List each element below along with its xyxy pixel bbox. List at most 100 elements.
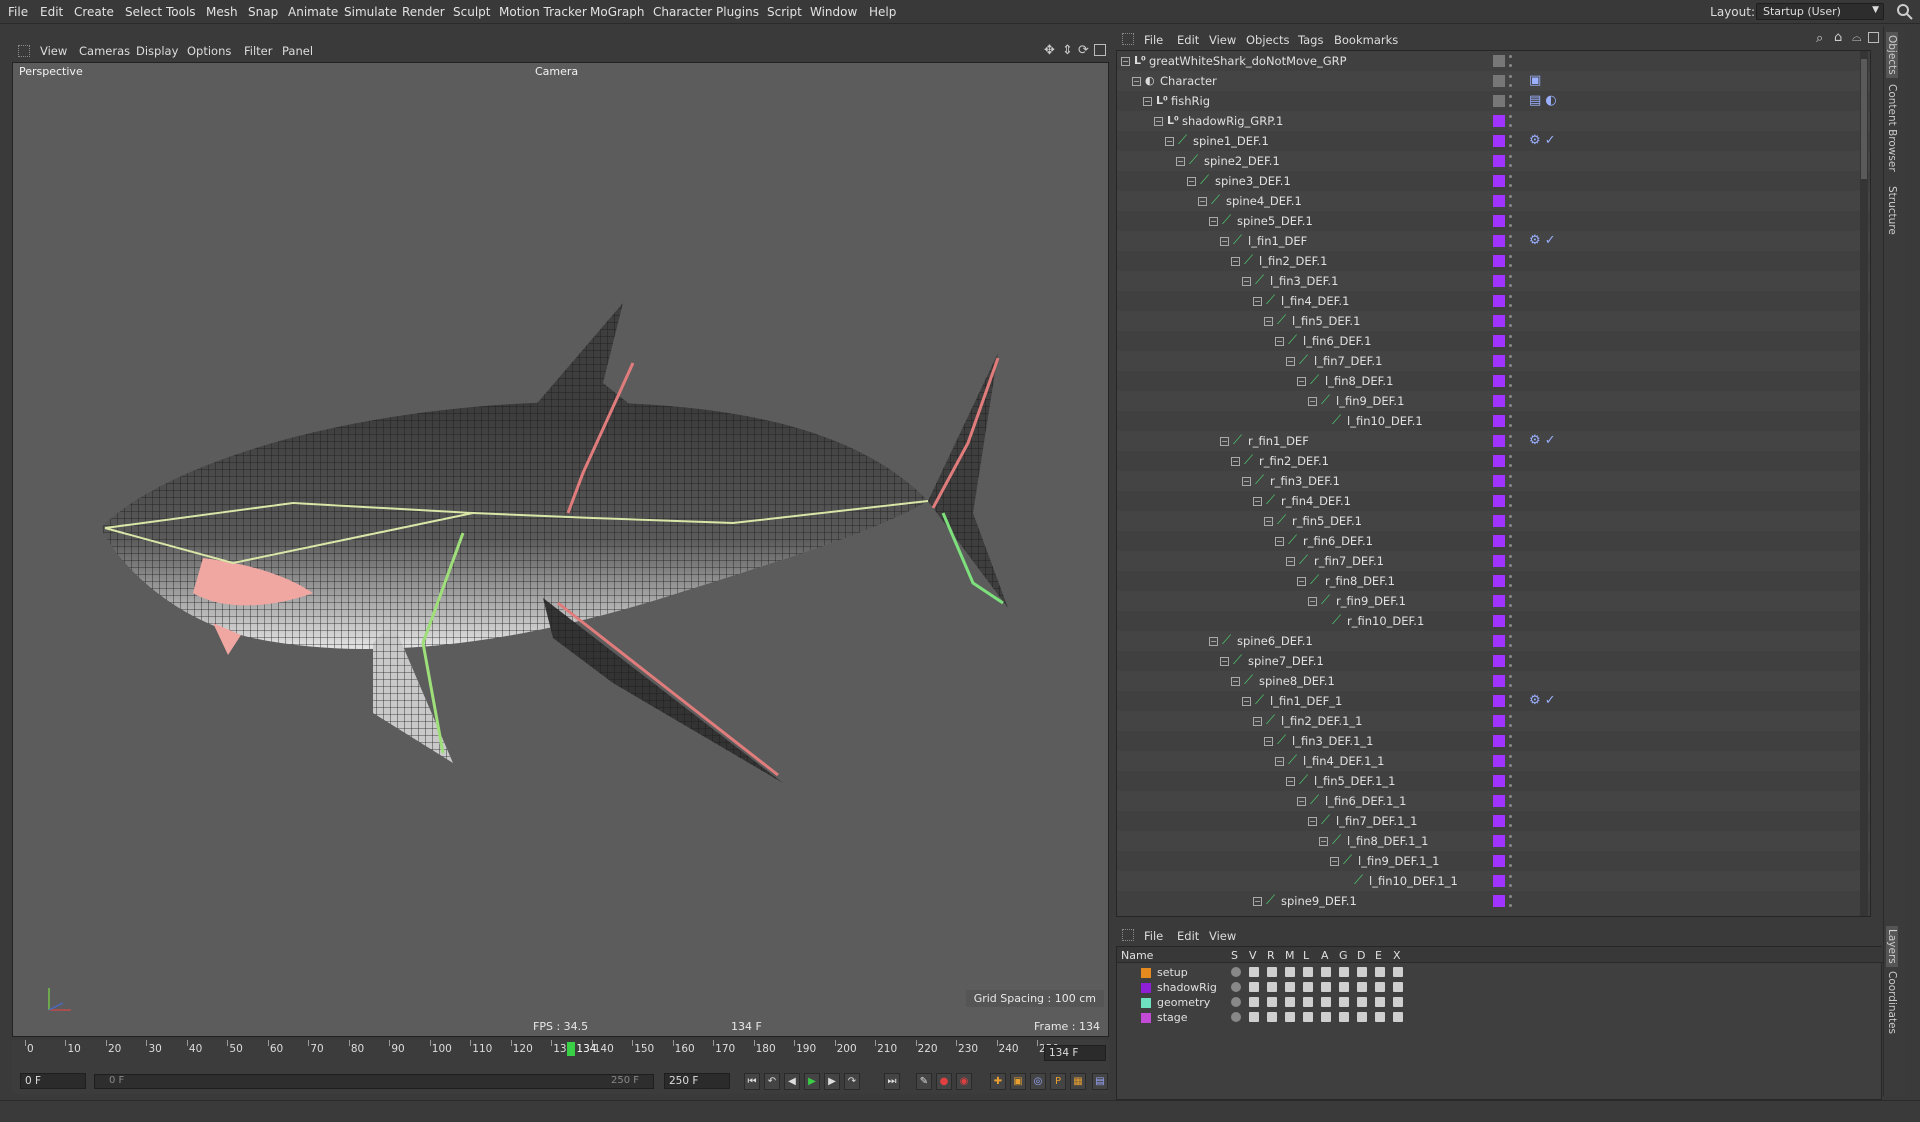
om-row[interactable]: − ⟋ spine6_DEF.1 (1117, 631, 1870, 651)
visibility-dots[interactable] (1509, 175, 1512, 187)
layer-color-chip[interactable] (1493, 475, 1505, 487)
visibility-dots[interactable] (1509, 195, 1512, 207)
next-key-icon[interactable]: ↷ (844, 1073, 860, 1090)
layer-col-s[interactable]: S (1231, 949, 1238, 962)
visibility-dots[interactable] (1509, 695, 1512, 707)
menu-tools[interactable]: Tools (166, 5, 196, 19)
om-row[interactable]: − ⟋ r_fin1_DEF ⚙ ✓ (1117, 431, 1870, 451)
expand-toggle-icon[interactable]: − (1297, 377, 1306, 386)
end-frame-field[interactable]: 250 F (664, 1073, 730, 1089)
layer-row[interactable]: shadowRig (1117, 980, 1883, 995)
visibility-dots[interactable] (1509, 535, 1512, 547)
layer-color-chip[interactable] (1493, 315, 1505, 327)
expand-toggle-icon[interactable]: − (1231, 677, 1240, 686)
expand-toggle-icon[interactable]: − (1275, 337, 1284, 346)
layer-toggle-icon[interactable] (1267, 982, 1277, 992)
visibility-dots[interactable] (1509, 455, 1512, 467)
visibility-dots[interactable] (1509, 615, 1512, 627)
goto-start-icon[interactable]: ⏮ (744, 1073, 760, 1090)
expand-toggle-icon[interactable]: − (1121, 57, 1130, 66)
layer-color-chip[interactable] (1493, 815, 1505, 827)
collapse-icon[interactable]: ⌓ (1852, 30, 1862, 45)
layer-toggle-icon[interactable] (1285, 1012, 1295, 1022)
expand-toggle-icon[interactable]: − (1187, 177, 1196, 186)
layer-col-m[interactable]: M (1285, 949, 1295, 962)
layer-toggle-icon[interactable] (1231, 967, 1241, 977)
expand-toggle-icon[interactable]: − (1198, 197, 1207, 206)
expand-toggle-icon[interactable]: − (1242, 477, 1251, 486)
move-view-icon[interactable]: ✥ (1044, 43, 1055, 58)
visibility-dots[interactable] (1509, 635, 1512, 647)
expand-toggle-icon[interactable]: − (1176, 157, 1185, 166)
visibility-dots[interactable] (1509, 335, 1512, 347)
layer-col-l[interactable]: L (1303, 949, 1309, 962)
om-row[interactable]: ⟋ l_fin10_DEF.1_1 (1117, 871, 1870, 891)
viewport-menu-filter[interactable]: Filter (244, 44, 272, 58)
visibility-dots[interactable] (1509, 575, 1512, 587)
visibility-dots[interactable] (1509, 155, 1512, 167)
layer-color-chip[interactable] (1493, 855, 1505, 867)
layer-toggle-icon[interactable] (1321, 967, 1331, 977)
layer-toggle-icon[interactable] (1393, 997, 1403, 1007)
om-menu-bookmarks[interactable]: Bookmarks (1334, 33, 1398, 47)
expand-toggle-icon[interactable]: − (1330, 857, 1339, 866)
menu-select[interactable]: Select (125, 5, 162, 19)
expand-toggle-icon[interactable]: − (1143, 97, 1152, 106)
expand-toggle-icon[interactable]: − (1297, 797, 1306, 806)
expand-toggle-icon[interactable]: − (1275, 537, 1284, 546)
om-row[interactable]: − ⟋ l_fin5_DEF.1 (1117, 311, 1870, 331)
layer-toggle-icon[interactable] (1393, 967, 1403, 977)
rotation-key-icon[interactable]: ◎ (1030, 1073, 1046, 1090)
layer-col-g[interactable]: G (1339, 949, 1348, 962)
layer-color-chip[interactable] (1493, 95, 1505, 107)
expand-toggle-icon[interactable]: − (1209, 217, 1218, 226)
zoom-view-icon[interactable]: ⇕ (1062, 43, 1073, 58)
om-row[interactable]: − ⟋ l_fin1_DEF ⚙ ✓ (1117, 231, 1870, 251)
expand-toggle-icon[interactable]: − (1154, 117, 1163, 126)
om-row[interactable]: − ⟋ spine4_DEF.1 (1117, 191, 1870, 211)
expand-toggle-icon[interactable]: − (1275, 757, 1284, 766)
layer-col-x[interactable]: X (1393, 949, 1401, 962)
tab-structure[interactable]: Structure (1886, 186, 1898, 235)
position-key-icon[interactable]: ✚ (990, 1073, 1006, 1090)
layer-toggle-icon[interactable] (1339, 1012, 1349, 1022)
menu-simulate[interactable]: Simulate (344, 5, 397, 19)
layer-color-chip[interactable] (1493, 55, 1505, 67)
om-row[interactable]: − ⟋ l_fin9_DEF.1 (1117, 391, 1870, 411)
layer-toggle-icon[interactable] (1321, 1012, 1331, 1022)
layer-color-chip[interactable] (1493, 555, 1505, 567)
visibility-dots[interactable] (1509, 395, 1512, 407)
menu-mograph[interactable]: MoGraph (590, 5, 645, 19)
om-row[interactable]: − ⟋ l_fin3_DEF.1_1 (1117, 731, 1870, 751)
layer-toggle-icon[interactable] (1249, 1012, 1259, 1022)
layer-toggle-icon[interactable] (1321, 997, 1331, 1007)
layer-toggle-icon[interactable] (1231, 997, 1241, 1007)
om-row[interactable]: − L⁰ fishRig ▤ ◐ (1117, 91, 1870, 111)
start-frame-field[interactable]: 0 F (20, 1073, 86, 1089)
visibility-dots[interactable] (1509, 135, 1512, 147)
layer-toggle-icon[interactable] (1339, 997, 1349, 1007)
layer-toggle-icon[interactable] (1393, 982, 1403, 992)
om-row[interactable]: − ⟋ l_fin2_DEF.1_1 (1117, 711, 1870, 731)
grip-icon[interactable] (1122, 929, 1134, 941)
rotate-view-icon[interactable]: ⟳ (1078, 43, 1089, 58)
visibility-dots[interactable] (1509, 275, 1512, 287)
visibility-dots[interactable] (1509, 115, 1512, 127)
om-row[interactable]: − ⟋ r_fin9_DEF.1 (1117, 591, 1870, 611)
expand-toggle-icon[interactable]: − (1264, 737, 1273, 746)
om-row[interactable]: − L⁰ shadowRig_GRP.1 (1117, 111, 1870, 131)
expand-toggle-icon[interactable]: − (1253, 297, 1262, 306)
home-icon[interactable]: ⌂ (1834, 30, 1842, 45)
search-icon[interactable] (1896, 3, 1914, 21)
layer-color-chip[interactable] (1493, 695, 1505, 707)
perspective-viewport[interactable]: Perspective Camera FPS: 34.5 134 F Grid… (12, 62, 1109, 1037)
om-menu-tags[interactable]: Tags (1298, 33, 1323, 47)
om-row[interactable]: − ⟋ l_fin2_DEF.1 (1117, 251, 1870, 271)
layer-color-chip[interactable] (1493, 335, 1505, 347)
layer-color-chip[interactable] (1493, 135, 1505, 147)
layer-row[interactable]: setup (1117, 965, 1883, 980)
ik-tag-icon[interactable]: ⚙ ✓ (1529, 433, 1556, 448)
visibility-dots[interactable] (1509, 855, 1512, 867)
visibility-dots[interactable] (1509, 435, 1512, 447)
layer-color-chip[interactable] (1493, 275, 1505, 287)
